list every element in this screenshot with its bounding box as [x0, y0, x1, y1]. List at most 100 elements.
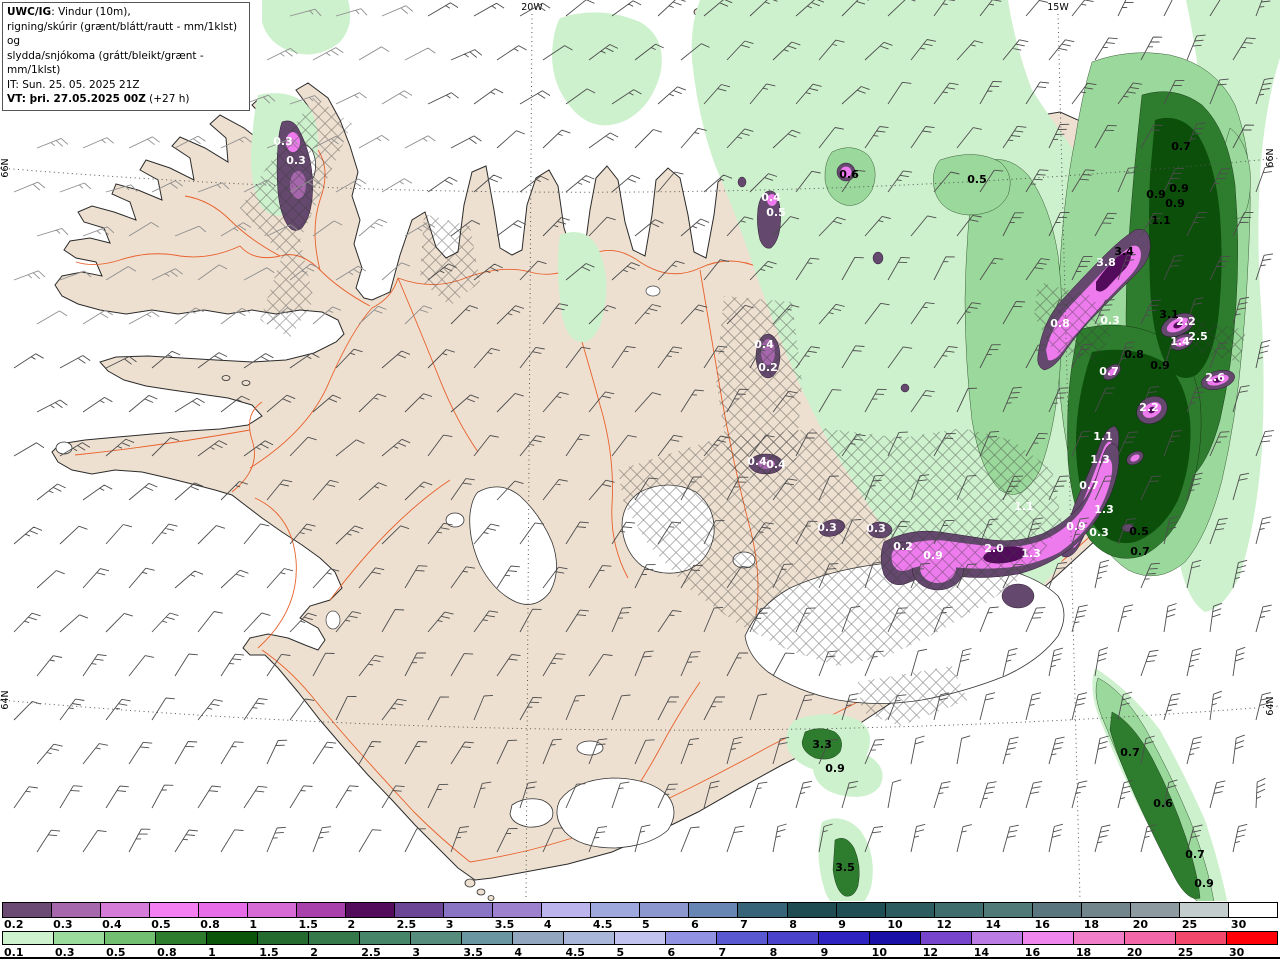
thingvallavatn-lake [325, 610, 341, 630]
legend-tick-label: 20 [1132, 918, 1149, 931]
legend-tick-label: 0.5 [151, 918, 171, 931]
precip-value-label: 0.9 [1165, 197, 1185, 210]
vestmannaeyjar-island [464, 878, 476, 888]
snaefellsjokull-glacier [55, 441, 73, 455]
legend-segment [920, 932, 971, 944]
rain-legend-line: rigning/skúrir (grænt/blátt/rautt - mm/1… [7, 20, 238, 48]
legend-segment [1080, 903, 1130, 917]
legend-segment [665, 932, 716, 944]
eiriksjokull-glacier [445, 512, 465, 528]
breidafjordur-island [241, 380, 251, 386]
legend-segment [884, 903, 934, 917]
legend-tick-label: 18 [1083, 918, 1099, 931]
precip-value-label: 0.4 [766, 458, 786, 471]
legend-tick-label: 0.3 [53, 918, 73, 931]
precip-value-label: 1.3 [1090, 453, 1110, 466]
legend-segment [688, 903, 738, 917]
precip-value-label: 0.5 [766, 206, 786, 219]
legend-segment [198, 903, 248, 917]
precip-value-label: 3.3 [812, 738, 832, 751]
precip-value-label: 3.1 [1159, 308, 1179, 321]
precip-value-label: 0.3 [286, 154, 306, 167]
precip-value-label: 0.3 [1089, 526, 1109, 539]
legend-tick-label: 0.4 [102, 918, 122, 931]
legend-segment [410, 932, 461, 944]
legend-segment [1124, 932, 1175, 944]
legend-segment [933, 903, 983, 917]
legend-tick-label: 10 [887, 918, 903, 931]
precip-value-label: 0.4 [754, 338, 774, 351]
precip-value-label: 1.1 [1093, 430, 1113, 443]
legend-tick-label: 2 [347, 918, 356, 931]
legend-segment [590, 903, 640, 917]
legend-segment [149, 903, 199, 917]
precip-value-label: 0.7 [1099, 365, 1119, 378]
legend-segment [1227, 903, 1277, 917]
legend-segment [461, 932, 512, 944]
legend-tick-label: 25 [1181, 918, 1198, 931]
precip-value-label: 1.4 [1170, 335, 1190, 348]
precip-value-label: 1.1 [1151, 214, 1171, 227]
legend-segment [835, 903, 885, 917]
legend-segment [869, 932, 920, 944]
legend-tick-label: 2.5 [396, 918, 417, 931]
legend-segment [541, 903, 591, 917]
legend-tick-label: 7 [740, 918, 748, 931]
bottom-divider [0, 957, 1280, 959]
legend-segment [206, 932, 257, 944]
legend-segment [492, 903, 542, 917]
precip-value-label: 0.6 [839, 168, 859, 181]
legend-tick-label: 4 [543, 918, 552, 931]
precip-value-label: 0.9 [1169, 182, 1189, 195]
legend-segment [614, 932, 665, 944]
vestmannaeyjar-island [476, 888, 486, 896]
precip-value-label: 1.1 [1014, 500, 1034, 513]
legend-segment [296, 903, 346, 917]
legend-segment [971, 932, 1022, 944]
snow-legend-line: slydda/snjókoma (grátt/bleikt/grænt - mm… [7, 49, 204, 77]
vestmannaeyjar-island [487, 895, 495, 901]
legend-segment [443, 903, 493, 917]
legend-tick-label: 8 [789, 918, 797, 931]
legend-segment [1022, 932, 1073, 944]
legend-tick-label: 16 [1034, 918, 1050, 931]
precip-value-label: 0.7 [1130, 545, 1150, 558]
precip-value-label: 3.8 [1096, 256, 1116, 269]
legend-segment [1031, 903, 1081, 917]
precip-value-label: 0.4 [747, 455, 767, 468]
precip-value-label: 0.5 [1129, 525, 1149, 538]
precip-value-label: 0.5 [967, 173, 987, 186]
legend-segment [1226, 932, 1277, 944]
legend-segment [155, 932, 206, 944]
legend-segment [1178, 903, 1228, 917]
legend-segment [982, 903, 1032, 917]
legend-segment [247, 903, 297, 917]
legend-tick-label: 0.8 [200, 918, 220, 931]
precip-value-label: 0.9 [1066, 520, 1086, 533]
precip-value-label: 2.0 [984, 542, 1004, 555]
legend-segment [818, 932, 869, 944]
precip-value-label: 0.6 [1153, 797, 1173, 810]
precip-value-label: 3.4 [1114, 245, 1134, 258]
precip-value-label: 0.4 [761, 191, 781, 204]
legend-segment [3, 932, 53, 944]
precip-value-label: 0.3 [1100, 314, 1120, 327]
legend-segment [786, 903, 836, 917]
eyjafjallajokull-glacier [509, 798, 554, 828]
myvatn-lake [645, 285, 661, 297]
valid-time-line: VT: þri. 27.05.2025 00Z (+27 h) [7, 93, 190, 105]
legend-segment [51, 903, 101, 917]
precip-value-label: 0.9 [1194, 877, 1214, 890]
parallel-label: 66N [1265, 148, 1276, 167]
weather-map: 20W 15W 66N 66N 64N 64N 0.3 0.3 0.4 0.5 0.4 0.2 0.4… [0, 0, 1280, 960]
legend-segment [3, 903, 52, 917]
forecast-info-box: UWC/IG: Vindur (10m), rigning/skúrir (gr… [2, 2, 250, 111]
legend-tick-label: 1.5 [298, 918, 318, 931]
legend-tick-label: 0.2 [4, 918, 24, 931]
legend-segment [639, 903, 689, 917]
precip-value-label: 2.6 [1205, 371, 1225, 384]
legend-tick-label: 14 [985, 918, 1001, 931]
legend-tick-label: 5 [642, 918, 650, 931]
legend-segment [512, 932, 563, 944]
precip-value-label: 0.3 [866, 522, 886, 535]
